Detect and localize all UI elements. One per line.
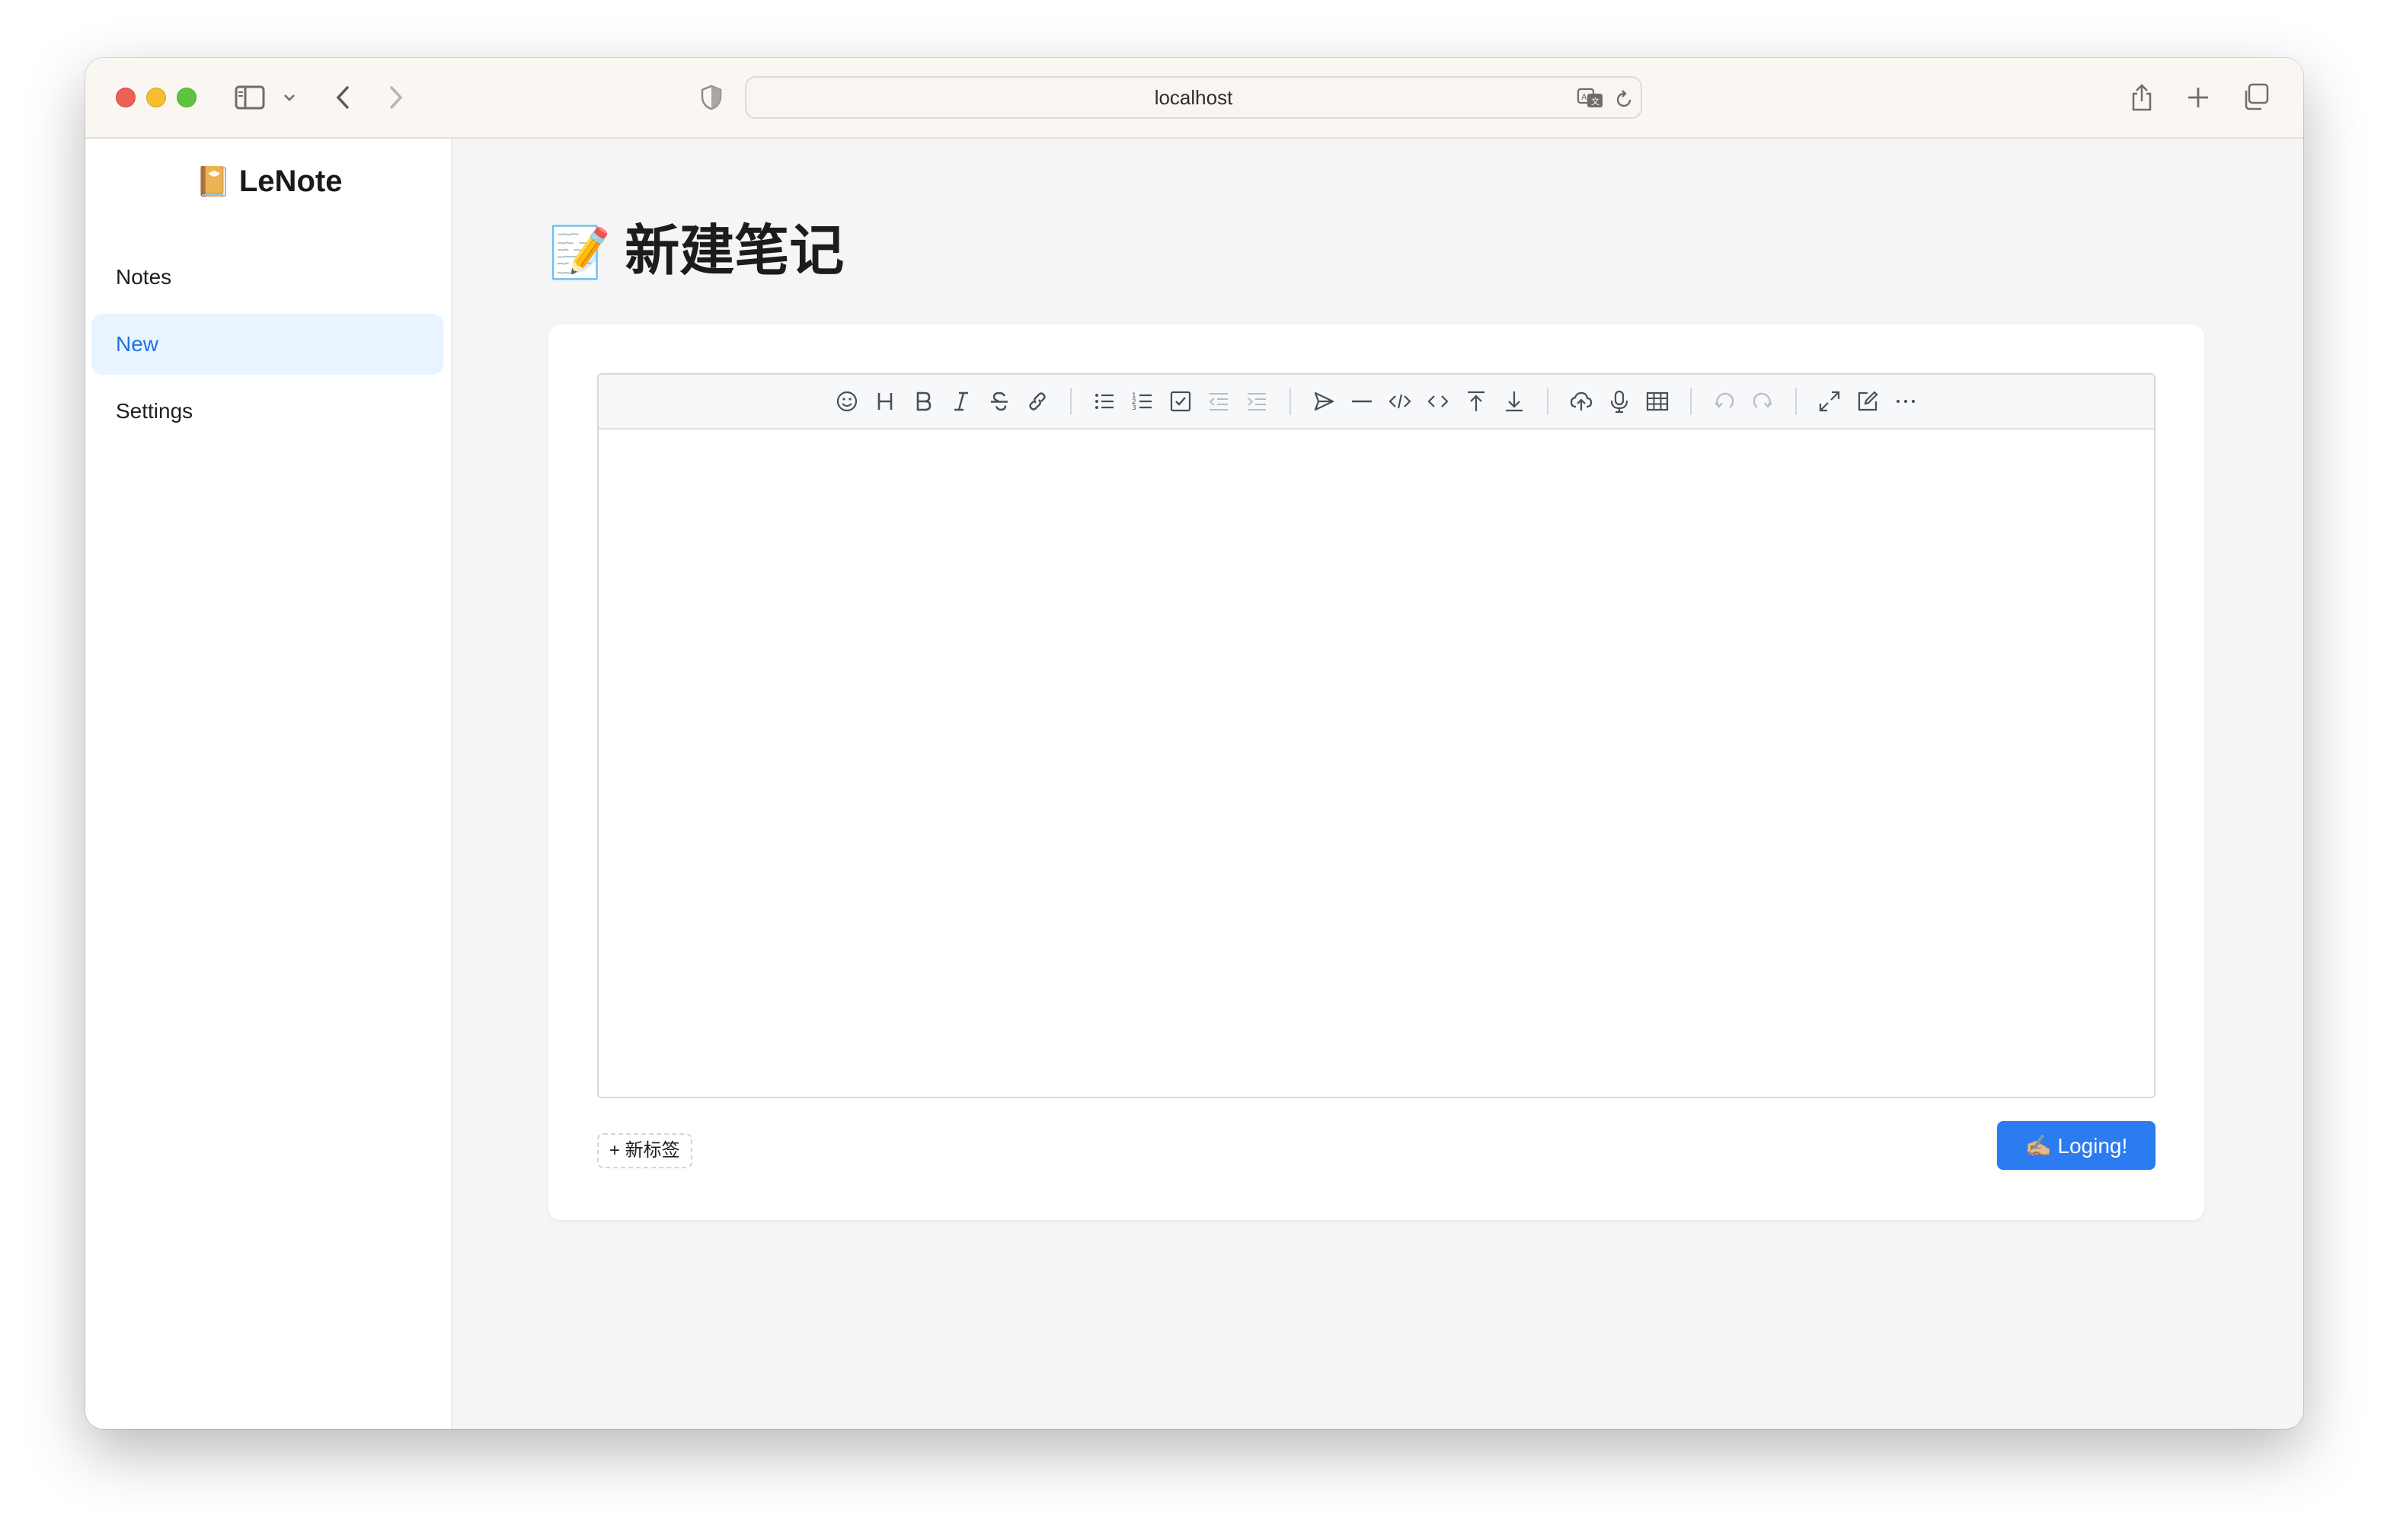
browser-window: localhost A文 📔 LeNote Notes New Settings … [85, 58, 2303, 1429]
close-window-button[interactable] [116, 88, 136, 107]
fullscreen-icon[interactable] [1810, 382, 1849, 420]
code-block-icon[interactable] [1381, 382, 1419, 420]
bold-icon[interactable] [904, 382, 942, 420]
sidebar-item-settings[interactable]: Settings [91, 381, 443, 442]
zoom-window-button[interactable] [177, 88, 197, 107]
toolbar-divider [1070, 388, 1072, 415]
edit-mode-icon[interactable] [1849, 382, 1887, 420]
chevron-down-icon[interactable] [280, 87, 299, 108]
url-text[interactable]: localhost [746, 78, 1641, 117]
app-brand[interactable]: 📔 LeNote [85, 165, 452, 199]
notebook-icon: 📔 [195, 166, 232, 198]
insert-before-icon[interactable] [1457, 382, 1495, 420]
new-tag-button[interactable]: + 新标签 [597, 1133, 692, 1168]
minimize-window-button[interactable] [146, 88, 166, 107]
markdown-editor: 123 [597, 373, 2156, 1098]
ordered-list-icon[interactable]: 123 [1123, 382, 1162, 420]
more-icon[interactable] [1887, 382, 1925, 420]
sidebar-item-notes[interactable]: Notes [91, 247, 443, 308]
strikethrough-icon[interactable] [980, 382, 1018, 420]
submit-note-button[interactable]: ✍🏼 Loging! [1997, 1121, 2156, 1170]
share-icon[interactable] [2125, 78, 2159, 117]
back-icon[interactable] [328, 79, 358, 116]
editor-content-area[interactable] [599, 430, 2154, 1097]
undo-icon[interactable] [1705, 382, 1743, 420]
forward-icon[interactable] [381, 79, 411, 116]
bullet-list-icon[interactable] [1085, 382, 1123, 420]
record-icon[interactable] [1600, 382, 1638, 420]
horizontal-rule-icon[interactable] [1343, 382, 1381, 420]
link-icon[interactable] [1018, 382, 1056, 420]
sidebar-toggle-icon[interactable] [233, 81, 267, 114]
toolbar-divider [1795, 388, 1797, 415]
italic-icon[interactable] [942, 382, 980, 420]
table-icon[interactable] [1638, 382, 1676, 420]
new-note-card: 123 + 新标签 ✍🏼 Loging! [548, 324, 2204, 1220]
brand-name: LeNote [238, 165, 343, 198]
emoji-icon[interactable] [828, 382, 866, 420]
address-bar[interactable]: localhost A文 [745, 76, 1642, 119]
indent-icon[interactable] [1238, 382, 1276, 420]
svg-text:文: 文 [1591, 96, 1599, 107]
toolbar-divider [1547, 388, 1548, 415]
main-content: 📝 新建笔记 123 + 新标签 ✍🏼 Loging! [452, 139, 2303, 1429]
tab-overview-icon[interactable] [2238, 79, 2273, 114]
page-title: 📝 新建笔记 [548, 224, 844, 279]
browser-titlebar: localhost A文 [85, 58, 2303, 139]
sidebar-item-new[interactable]: New [91, 314, 443, 375]
checklist-icon[interactable] [1162, 382, 1200, 420]
svg-text:3: 3 [1132, 404, 1136, 412]
insert-after-icon[interactable] [1495, 382, 1533, 420]
memo-icon: 📝 [548, 224, 612, 280]
editor-toolbar: 123 [599, 375, 2154, 430]
toolbar-divider [1690, 388, 1692, 415]
redo-icon[interactable] [1743, 382, 1782, 420]
translate-icon[interactable]: A文 [1575, 84, 1606, 113]
new-tab-icon[interactable] [2181, 81, 2215, 114]
reload-icon[interactable] [1612, 85, 1636, 113]
heading-icon[interactable] [866, 382, 904, 420]
outdent-icon[interactable] [1200, 382, 1238, 420]
page-title-text: 新建笔记 [625, 221, 845, 282]
svg-text:A: A [1581, 92, 1587, 102]
privacy-shield-icon[interactable] [696, 81, 727, 114]
quote-icon[interactable] [1305, 382, 1343, 420]
toolbar-divider [1289, 388, 1291, 415]
sidebar: 📔 LeNote Notes New Settings [85, 139, 452, 1429]
upload-icon[interactable] [1562, 382, 1600, 420]
inline-code-icon[interactable] [1419, 382, 1457, 420]
